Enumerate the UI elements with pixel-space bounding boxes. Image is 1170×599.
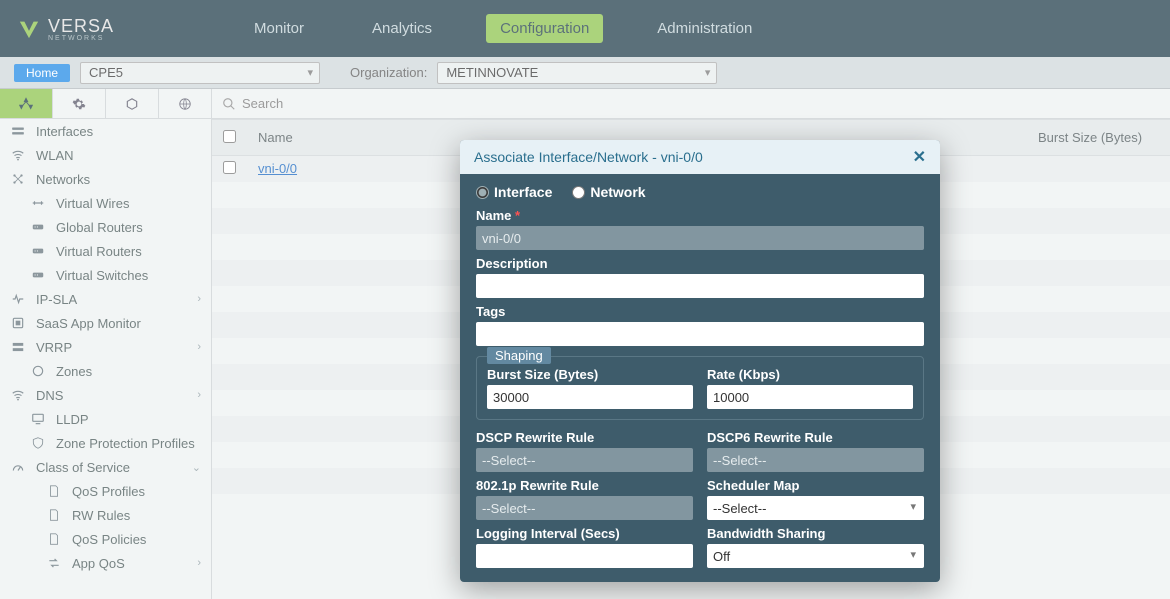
- modal-title: Associate Interface/Network - vni-0/0: [474, 149, 703, 165]
- name-label: Name: [476, 208, 511, 223]
- shaping-legend: Shaping: [487, 347, 551, 364]
- sched-label: Scheduler Map: [707, 478, 924, 493]
- p8021-label: 802.1p Rewrite Rule: [476, 478, 693, 493]
- bw-select[interactable]: [707, 544, 924, 568]
- sched-select[interactable]: [707, 496, 924, 520]
- bw-label: Bandwidth Sharing: [707, 526, 924, 541]
- dscp6-select: [707, 448, 924, 472]
- shaping-fieldset: Shaping Burst Size (Bytes) Rate (Kbps): [476, 356, 924, 420]
- burst-field[interactable]: [487, 385, 693, 409]
- name-field: [476, 226, 924, 250]
- close-icon[interactable]: ✕: [913, 147, 926, 167]
- rate-field[interactable]: [707, 385, 913, 409]
- loginterval-label: Logging Interval (Secs): [476, 526, 693, 541]
- description-field[interactable]: [476, 274, 924, 298]
- p8021-select: [476, 496, 693, 520]
- dscp6-label: DSCP6 Rewrite Rule: [707, 430, 924, 445]
- description-label: Description: [476, 256, 924, 271]
- associate-interface-modal: Associate Interface/Network - vni-0/0 ✕ …: [460, 140, 940, 582]
- radio-interface[interactable]: Interface: [476, 184, 552, 200]
- dscp-select: [476, 448, 693, 472]
- modal-header: Associate Interface/Network - vni-0/0 ✕: [460, 140, 940, 174]
- dscp-label: DSCP Rewrite Rule: [476, 430, 693, 445]
- loginterval-field[interactable]: [476, 544, 693, 568]
- tags-label: Tags: [476, 304, 924, 319]
- rate-label: Rate (Kbps): [707, 367, 913, 382]
- tags-field[interactable]: [476, 322, 924, 346]
- burst-label: Burst Size (Bytes): [487, 367, 693, 382]
- radio-network[interactable]: Network: [572, 184, 645, 200]
